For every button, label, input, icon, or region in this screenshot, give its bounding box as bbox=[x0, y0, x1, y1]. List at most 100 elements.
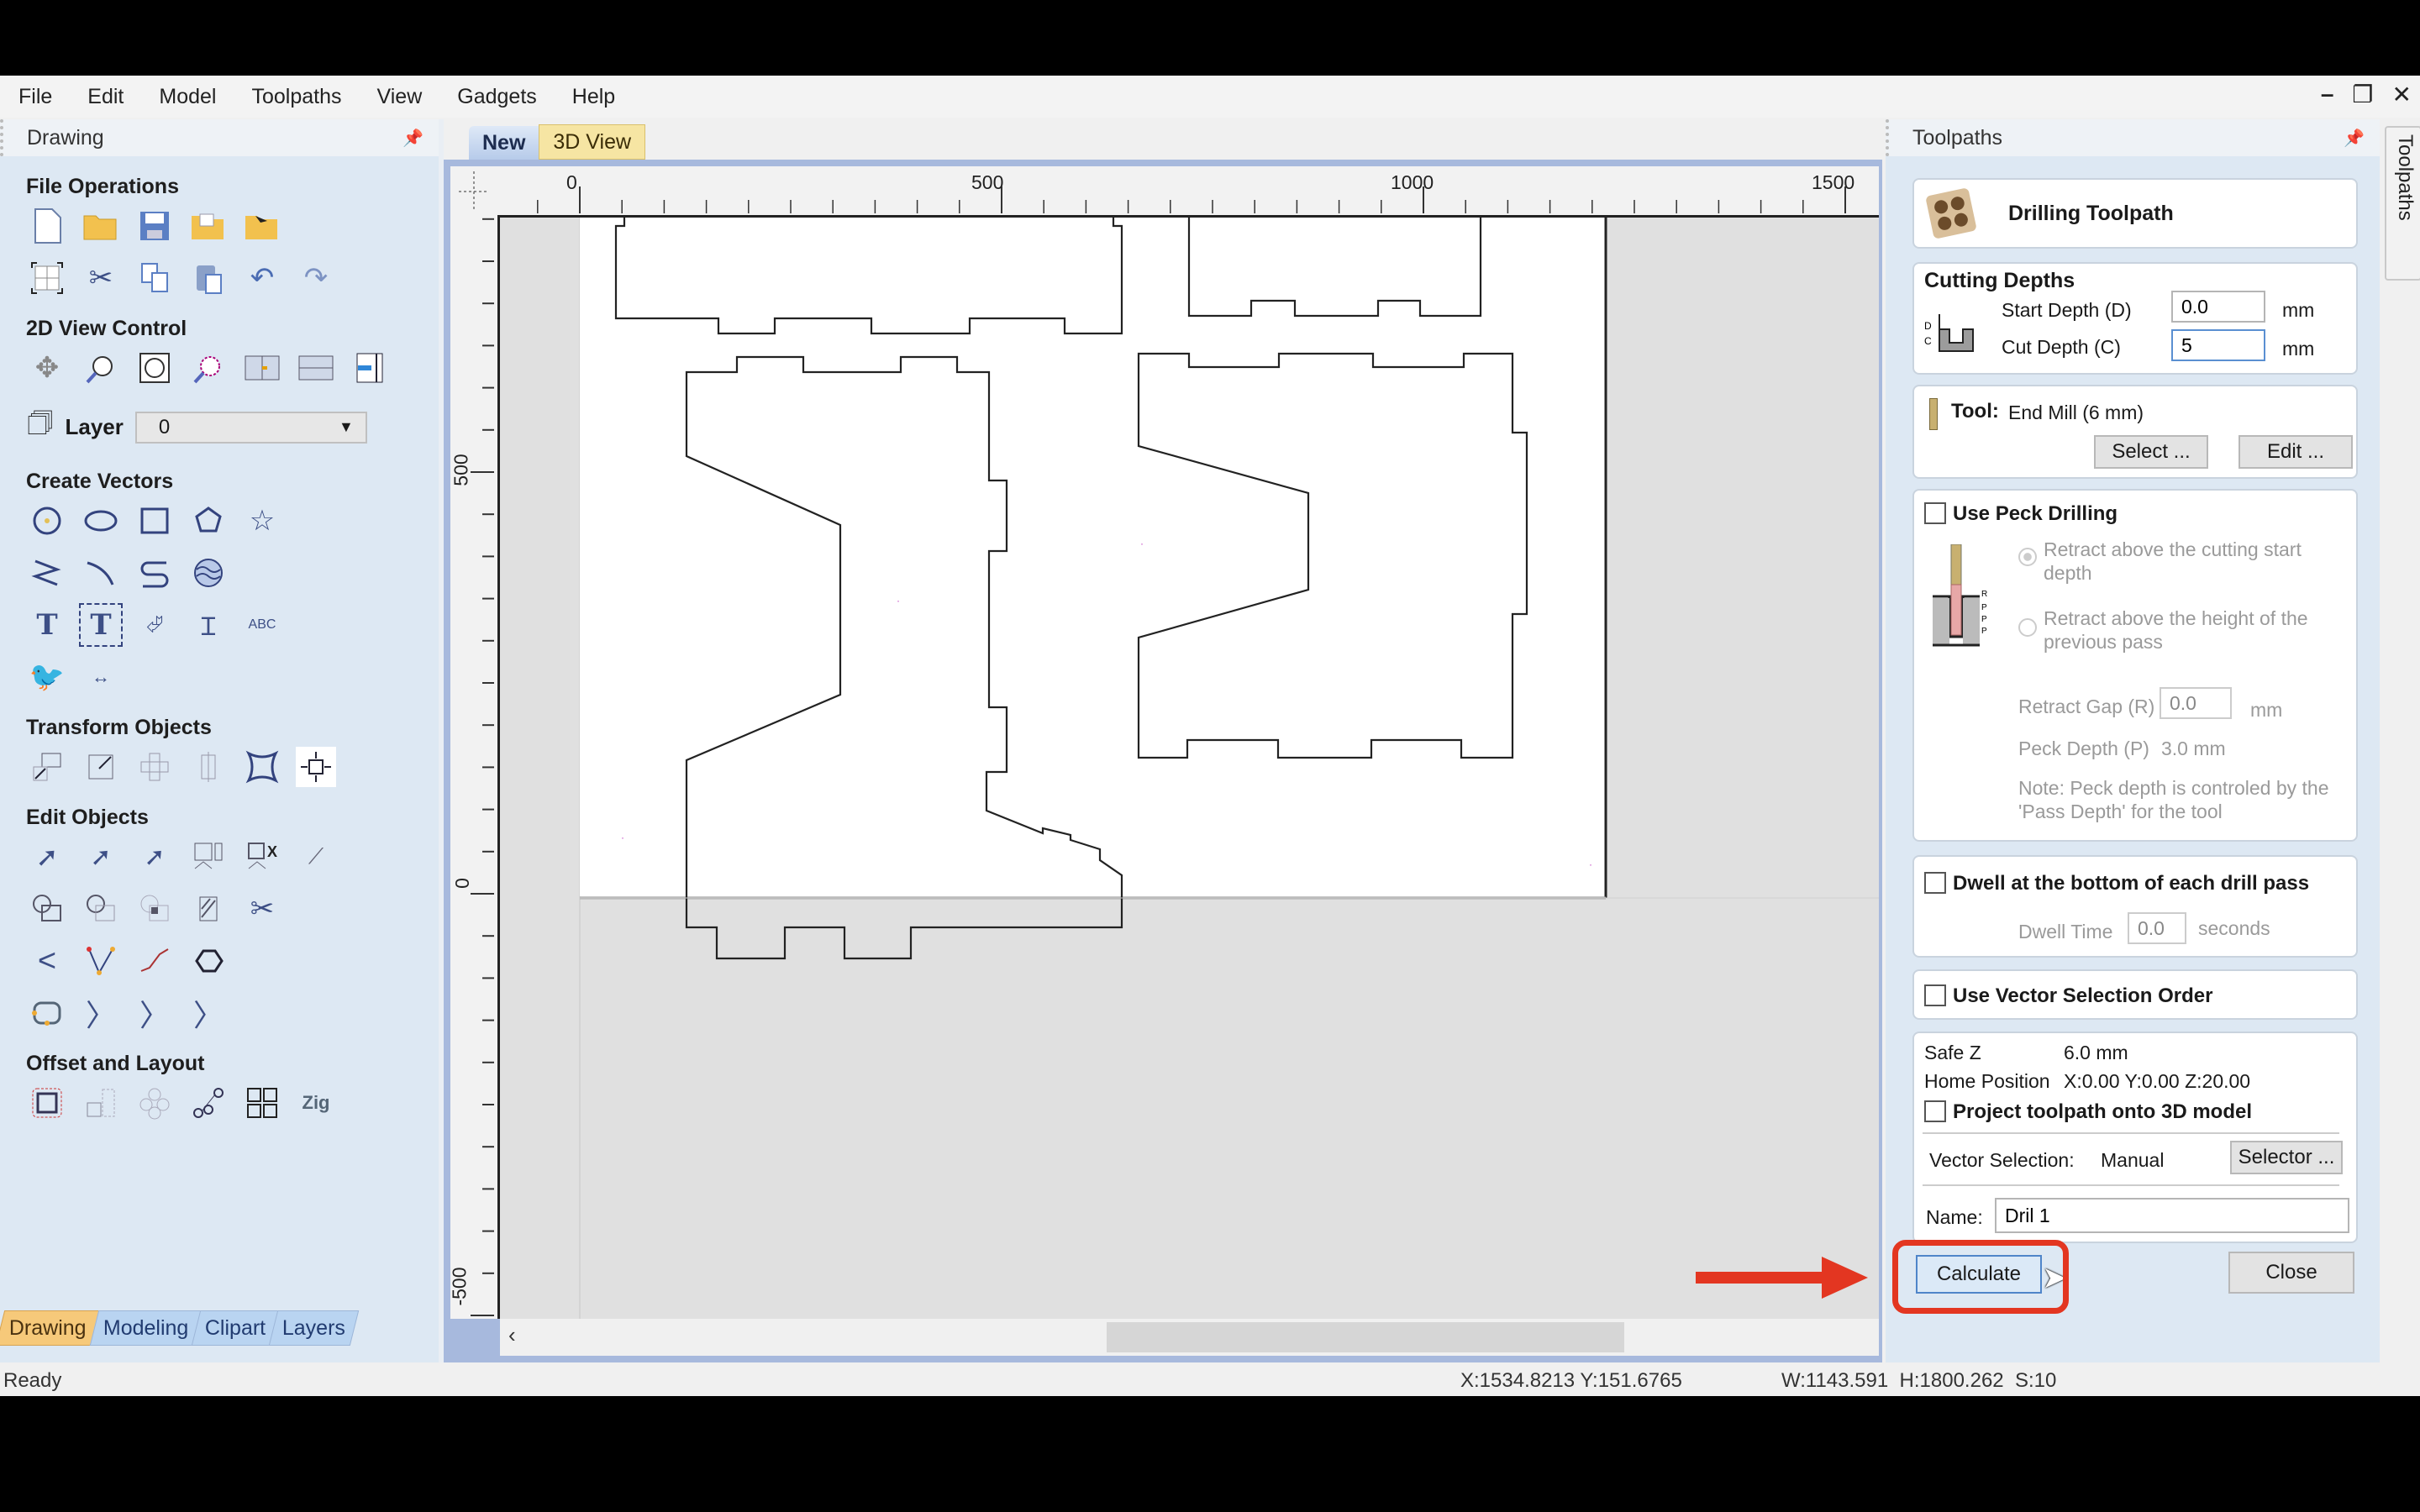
text-resize-icon[interactable]: Ɪ bbox=[188, 605, 229, 645]
align-icon[interactable] bbox=[296, 747, 336, 787]
join-vectors-icon[interactable] bbox=[27, 993, 67, 1033]
scissors-icon[interactable]: ✂ bbox=[242, 889, 282, 929]
menu-file[interactable]: File bbox=[0, 85, 69, 109]
minimize-button[interactable]: – bbox=[2321, 81, 2334, 108]
rotate-icon[interactable] bbox=[134, 747, 175, 787]
distort-icon[interactable] bbox=[242, 747, 282, 787]
subtract-icon[interactable] bbox=[81, 889, 121, 929]
tab-modeling[interactable]: Modeling bbox=[89, 1310, 203, 1346]
deselect-icon[interactable]: X bbox=[242, 837, 282, 877]
arc-text-icon[interactable]: ABC bbox=[242, 605, 282, 645]
text-icon[interactable]: T bbox=[27, 605, 67, 645]
node-icon[interactable] bbox=[81, 941, 121, 981]
circular-array-icon[interactable] bbox=[134, 1083, 175, 1123]
open-file-icon[interactable] bbox=[81, 206, 121, 246]
auto-layout-icon[interactable]: Zig bbox=[296, 1083, 336, 1123]
start-depth-input[interactable] bbox=[2171, 291, 2265, 323]
corner-icon[interactable]: 〉 bbox=[188, 993, 229, 1033]
menu-gadgets[interactable]: Gadgets bbox=[439, 85, 554, 109]
zoom-extents-icon[interactable] bbox=[134, 348, 175, 388]
tab-drawing[interactable]: Drawing bbox=[0, 1310, 100, 1346]
text-on-curve-icon[interactable]: ⮰ bbox=[134, 605, 175, 645]
intersect-icon[interactable] bbox=[134, 889, 175, 929]
polyline-icon[interactable] bbox=[27, 553, 67, 593]
circle-icon[interactable] bbox=[27, 501, 67, 541]
undo-icon[interactable]: ↶ bbox=[242, 258, 282, 298]
retract-start-radio[interactable] bbox=[2018, 548, 2037, 566]
menu-view[interactable]: View bbox=[359, 85, 439, 109]
copy-along-vector-icon[interactable] bbox=[188, 1083, 229, 1123]
paste-icon[interactable] bbox=[188, 258, 229, 298]
dimension-icon[interactable]: ↔ bbox=[81, 657, 121, 697]
import-vectors-icon[interactable] bbox=[242, 206, 282, 246]
smooth-icon[interactable] bbox=[134, 941, 175, 981]
measure-icon[interactable]: ⟋ bbox=[296, 837, 336, 877]
fillet-icon[interactable]: < bbox=[27, 941, 67, 981]
save-icon[interactable] bbox=[134, 206, 175, 246]
star-icon[interactable]: ☆ bbox=[242, 501, 282, 541]
toolpath-name-input[interactable] bbox=[1995, 1198, 2349, 1233]
text-box-icon[interactable]: T bbox=[79, 603, 123, 647]
ruler-corner[interactable] bbox=[450, 166, 497, 215]
menu-help[interactable]: Help bbox=[554, 85, 632, 109]
trim-icon[interactable] bbox=[188, 889, 229, 929]
curve-icon[interactable] bbox=[134, 553, 175, 593]
new-file-icon[interactable] bbox=[27, 206, 67, 246]
redo-icon[interactable]: ↷ bbox=[296, 258, 336, 298]
tab-clipart[interactable]: Clipart bbox=[191, 1310, 280, 1346]
toolpaths-side-tab[interactable]: Toolpaths bbox=[2385, 126, 2420, 281]
job-setup-icon[interactable] bbox=[27, 258, 67, 298]
zoom-box-icon[interactable] bbox=[81, 348, 121, 388]
move-icon[interactable] bbox=[27, 747, 67, 787]
menu-toolpaths[interactable]: Toolpaths bbox=[233, 85, 358, 109]
weld-icon[interactable] bbox=[27, 889, 67, 929]
scroll-left-icon[interactable]: ‹ bbox=[508, 1322, 516, 1348]
layer-dropdown[interactable]: 0 ▼ bbox=[134, 411, 367, 444]
scale-icon[interactable] bbox=[81, 747, 121, 787]
view-dock-icon[interactable] bbox=[350, 348, 390, 388]
ellipse-icon[interactable] bbox=[81, 501, 121, 541]
view-split-icon[interactable] bbox=[296, 348, 336, 388]
clipart-bird-icon[interactable]: 🐦 bbox=[27, 657, 67, 697]
menu-model[interactable]: Model bbox=[140, 85, 233, 109]
pin-icon[interactable]: 📌 bbox=[402, 128, 424, 149]
tab-new[interactable]: New bbox=[469, 126, 539, 160]
scrollbar-thumb[interactable] bbox=[1107, 1322, 1624, 1352]
array-copy-icon[interactable] bbox=[81, 1083, 121, 1123]
offset-icon[interactable] bbox=[27, 1083, 67, 1123]
close-vector-icon[interactable] bbox=[188, 941, 229, 981]
nesting-icon[interactable] bbox=[242, 1083, 282, 1123]
copy-icon[interactable] bbox=[134, 258, 175, 298]
project-3d-checkbox[interactable] bbox=[1924, 1100, 1946, 1122]
horizontal-scrollbar[interactable]: ‹ bbox=[500, 1319, 1879, 1356]
close-button[interactable]: Close bbox=[2228, 1252, 2354, 1294]
selector-button[interactable]: Selector ... bbox=[2230, 1141, 2343, 1174]
interactive-select-icon[interactable] bbox=[188, 837, 229, 877]
dwell-time-input[interactable] bbox=[2128, 912, 2186, 944]
pin-icon[interactable]: 📌 bbox=[2344, 128, 2365, 149]
edit-tool-button[interactable]: Edit ... bbox=[2238, 435, 2353, 469]
tab-3d-view[interactable]: 3D View bbox=[539, 124, 646, 160]
polygon-icon[interactable] bbox=[188, 501, 229, 541]
extend-icon[interactable]: 〉 bbox=[134, 993, 175, 1033]
view-align-left-icon[interactable] bbox=[242, 348, 282, 388]
vector-order-checkbox[interactable] bbox=[1924, 984, 1946, 1006]
select-tool-button[interactable]: Select ... bbox=[2094, 435, 2208, 469]
arc-icon[interactable] bbox=[81, 553, 121, 593]
restore-button[interactable]: ❐ bbox=[2352, 81, 2373, 108]
menu-edit[interactable]: Edit bbox=[69, 85, 140, 109]
drawing-canvas[interactable]: · · · · bbox=[500, 218, 1879, 1319]
tab-layers[interactable]: Layers bbox=[269, 1310, 360, 1346]
select-icon[interactable]: ➚ bbox=[27, 837, 67, 877]
mirror-icon[interactable] bbox=[188, 747, 229, 787]
pan-icon[interactable]: ✥ bbox=[27, 348, 67, 388]
retract-gap-input[interactable] bbox=[2160, 687, 2232, 719]
close-window-button[interactable]: ✕ bbox=[2392, 81, 2412, 108]
curve-fit-icon[interactable]: 〉 bbox=[81, 993, 121, 1033]
cut-depth-input[interactable] bbox=[2171, 329, 2265, 361]
cut-icon[interactable]: ✂ bbox=[81, 258, 121, 298]
node-edit-icon[interactable]: ➚ bbox=[81, 837, 121, 877]
import-icon[interactable] bbox=[188, 206, 229, 246]
rectangle-icon[interactable] bbox=[134, 501, 175, 541]
fill-pattern-icon[interactable] bbox=[188, 553, 229, 593]
